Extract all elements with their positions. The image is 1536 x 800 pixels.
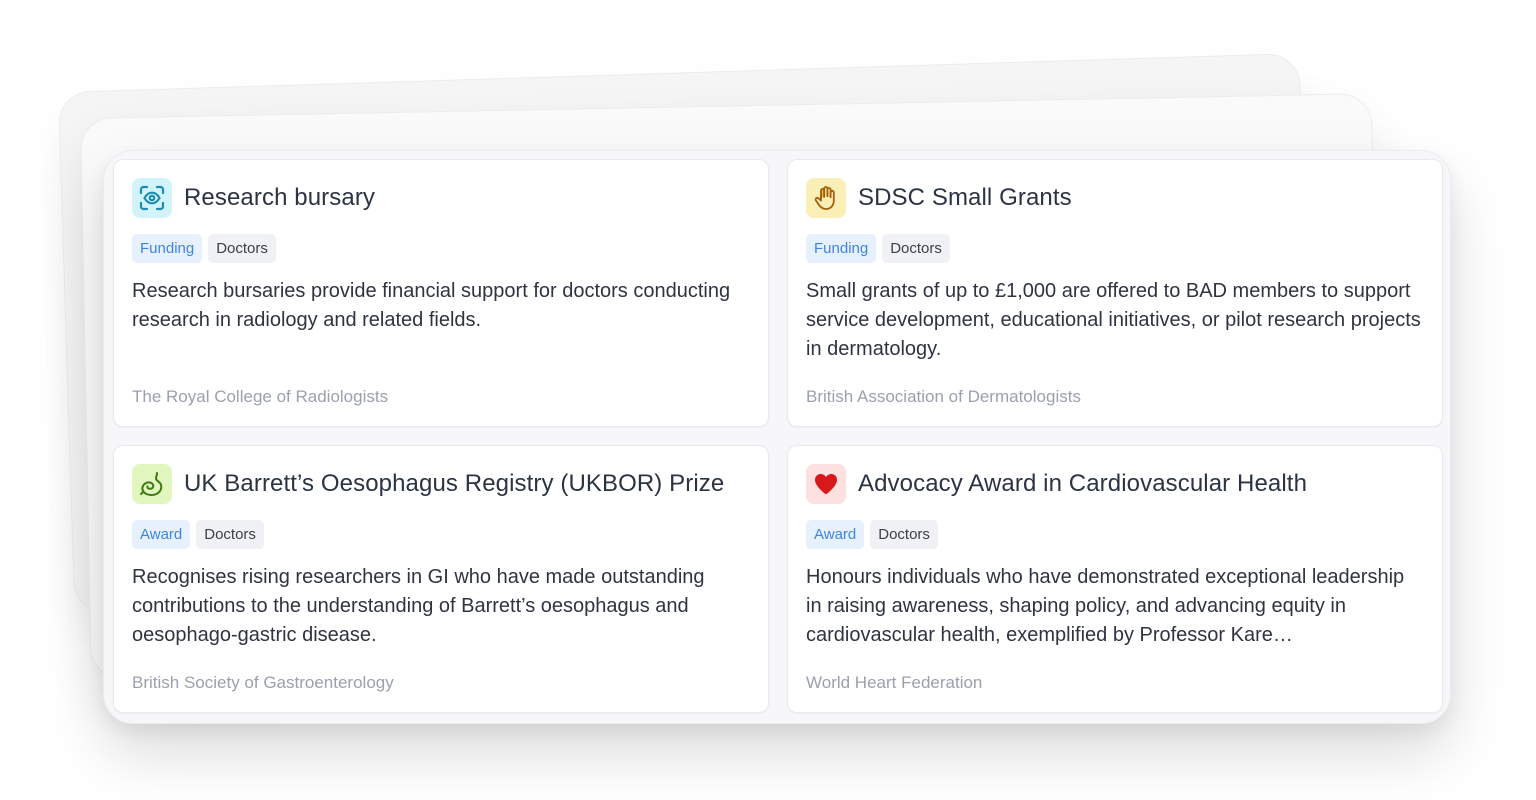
eye-scan-icon: [132, 178, 172, 218]
card-description: Honours individuals who have demonstrate…: [806, 566, 1405, 646]
tag-type: Funding: [806, 234, 877, 263]
card-organization: British Association of Dermatologists: [806, 387, 1081, 406]
card-title: Research bursary: [184, 184, 376, 211]
card-description: Recognises rising researchers in GI who …: [132, 566, 705, 646]
card-header: UK Barrett’s Oesophagus Registry (UKBOR)…: [132, 464, 750, 504]
stage: Research bursary Funding Doctors Researc…: [0, 0, 1536, 800]
card-description: Small grants of up to £1,000 are offered…: [806, 280, 1421, 360]
tag-audience: Doctors: [870, 520, 938, 549]
opportunity-card[interactable]: Advocacy Award in Cardiovascular Health …: [787, 445, 1443, 713]
opportunity-card[interactable]: UK Barrett’s Oesophagus Registry (UKBOR)…: [113, 445, 769, 713]
tag-type: Award: [132, 520, 191, 549]
card-description: Research bursaries provide financial sup…: [132, 280, 731, 331]
tag-list: Award Doctors: [132, 520, 750, 549]
card-panel: Research bursary Funding Doctors Researc…: [103, 150, 1451, 724]
tag-list: Funding Doctors: [806, 234, 1424, 263]
card-header: Advocacy Award in Cardiovascular Health: [806, 464, 1424, 504]
tag-audience: Doctors: [196, 520, 264, 549]
tag-list: Funding Doctors: [132, 234, 750, 263]
opportunity-grid: Research bursary Funding Doctors Researc…: [113, 159, 1445, 713]
opportunity-card[interactable]: SDSC Small Grants Funding Doctors Small …: [787, 159, 1443, 427]
tag-audience: Doctors: [208, 234, 276, 263]
hand-icon: [806, 178, 846, 218]
opportunity-card[interactable]: Research bursary Funding Doctors Researc…: [113, 159, 769, 427]
tag-list: Award Doctors: [806, 520, 1424, 549]
tag-type: Award: [806, 520, 865, 549]
tag-audience: Doctors: [882, 234, 950, 263]
tag-type: Funding: [132, 234, 203, 263]
card-header: SDSC Small Grants: [806, 178, 1424, 218]
card-organization: The Royal College of Radiologists: [132, 387, 389, 406]
card-title: SDSC Small Grants: [858, 184, 1072, 211]
card-title: UK Barrett’s Oesophagus Registry (UKBOR)…: [184, 470, 725, 497]
stomach-icon: [132, 464, 172, 504]
card-header: Research bursary: [132, 178, 750, 218]
card-organization: British Society of Gastroenterology: [132, 673, 394, 692]
card-organization: World Heart Federation: [806, 673, 983, 692]
heart-icon: [806, 464, 846, 504]
card-title: Advocacy Award in Cardiovascular Health: [858, 470, 1308, 497]
